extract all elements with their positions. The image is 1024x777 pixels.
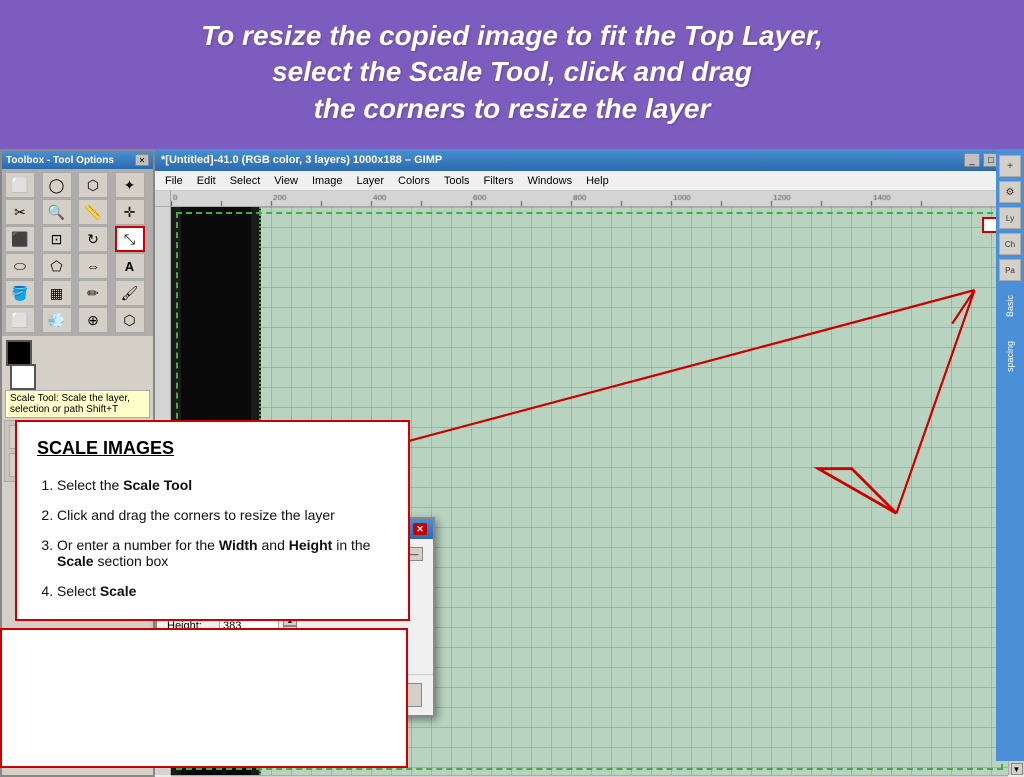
tool-flip[interactable]: ⇔ xyxy=(78,253,108,279)
tool-perspective[interactable]: ⬠ xyxy=(42,253,72,279)
instruction-panel: SCALE IMAGES Select the Scale Tool Click… xyxy=(15,420,410,621)
menu-filters[interactable]: Filters xyxy=(478,174,520,188)
instruction-item-4: Select Scale xyxy=(57,583,388,599)
side-label-spacing: spacing xyxy=(1005,341,1015,372)
inst-3-text: Or enter a number for the Width and Heig… xyxy=(57,537,370,569)
menu-windows[interactable]: Windows xyxy=(521,174,578,188)
tool-text[interactable]: A xyxy=(115,253,145,279)
toolbox-color-swatches xyxy=(2,336,153,388)
side-label-basic: Basic xyxy=(1005,295,1015,317)
tool-crop[interactable]: ⊡ xyxy=(42,226,72,252)
tool-measure[interactable]: 📏 xyxy=(78,199,108,225)
tool-rotate[interactable]: ↻ xyxy=(78,226,108,252)
side-tool-paths[interactable]: Pa xyxy=(999,259,1021,281)
tool-free-select[interactable]: ⬡ xyxy=(78,172,108,198)
inst-4-text: Select Scale xyxy=(57,583,136,599)
gimp-window-title: *[Untitled]-41.0 (RGB color, 3 layers) 1… xyxy=(161,154,442,166)
tool-tooltip: Scale Tool: Scale the layer, selection o… xyxy=(5,390,150,418)
instruction-item-1: Select the Scale Tool xyxy=(57,477,388,493)
toolbox-tools-grid: ⬜ ◯ ⬡ ✦ ✂ 🔍 📏 ✛ ⬛ ⊡ ↻ ⤡ ⬭ ⬠ ⇔ A 🪣 ▦ ✏ 🖌 xyxy=(2,169,153,336)
tool-blend[interactable]: ▦ xyxy=(42,280,72,306)
menu-select[interactable]: Select xyxy=(224,174,267,188)
foreground-color-swatch[interactable] xyxy=(6,340,32,366)
inst-2-text: Click and drag the corners to resize the… xyxy=(57,507,335,523)
side-tool-2[interactable]: ⚙ xyxy=(999,181,1021,203)
instruction-title: SCALE IMAGES xyxy=(37,438,388,459)
side-tool-channels[interactable]: Ch xyxy=(999,233,1021,255)
toolbox-titlebar[interactable]: Toolbox - Tool Options ✕ xyxy=(2,151,153,169)
ruler-corner xyxy=(155,191,171,207)
tool-bucket-fill[interactable]: 🪣 xyxy=(5,280,35,306)
tool-ellipse-select[interactable]: ◯ xyxy=(42,172,72,198)
menu-layer[interactable]: Layer xyxy=(351,174,391,188)
tool-clone[interactable]: ⊕ xyxy=(78,307,108,333)
menu-colors[interactable]: Colors xyxy=(392,174,436,188)
tool-scale[interactable]: ⤡ xyxy=(115,226,145,252)
tool-eraser[interactable]: ⬜ xyxy=(5,307,35,333)
tool-heal[interactable]: ⬡ xyxy=(115,307,145,333)
tool-pencil[interactable]: ✏ xyxy=(78,280,108,306)
right-tools-strip: + ⚙ Ly Ch Pa Basic spacing xyxy=(996,149,1024,761)
background-color-swatch[interactable] xyxy=(10,364,36,390)
scroll-down-button[interactable]: ▼ xyxy=(1011,763,1023,775)
menu-image[interactable]: Image xyxy=(306,174,349,188)
menu-file[interactable]: File xyxy=(159,174,189,188)
instruction-item-3: Or enter a number for the Width and Heig… xyxy=(57,537,388,569)
gimp-menubar: File Edit Select View Image Layer Colors… xyxy=(155,171,1024,191)
tool-align[interactable]: ⬛ xyxy=(5,226,35,252)
gimp-minimize-button[interactable]: _ xyxy=(964,153,980,167)
tool-fuzzy-select[interactable]: ✦ xyxy=(115,172,145,198)
scale-dialog-close-button[interactable]: ✕ xyxy=(413,523,427,535)
toolbox-close-button[interactable]: ✕ xyxy=(135,154,149,166)
menu-edit[interactable]: Edit xyxy=(191,174,222,188)
instruction-list: Select the Scale Tool Click and drag the… xyxy=(37,477,388,599)
inst-1-text: Select the Scale Tool xyxy=(57,477,192,493)
tool-scissors[interactable]: ✂ xyxy=(5,199,35,225)
gimp-titlebar: *[Untitled]-41.0 (RGB color, 3 layers) 1… xyxy=(155,149,1024,171)
header-title: To resize the copied image to fit the To… xyxy=(30,18,994,127)
header-banner: To resize the copied image to fit the To… xyxy=(0,0,1024,149)
tool-move[interactable]: ✛ xyxy=(115,199,145,225)
menu-tools[interactable]: Tools xyxy=(438,174,476,188)
tool-paintbrush[interactable]: 🖌 xyxy=(115,280,145,306)
menu-view[interactable]: View xyxy=(268,174,304,188)
ruler-horizontal xyxy=(171,191,1024,207)
tool-zoom[interactable]: 🔍 xyxy=(42,199,72,225)
tool-rect-select[interactable]: ⬜ xyxy=(5,172,35,198)
ruler-row xyxy=(155,191,1024,207)
instruction-box xyxy=(0,628,408,768)
side-tool-1[interactable]: + xyxy=(999,155,1021,177)
instruction-item-2: Click and drag the corners to resize the… xyxy=(57,507,388,523)
tool-shear[interactable]: ⬭ xyxy=(5,253,35,279)
toolbox-title: Toolbox - Tool Options xyxy=(6,155,114,166)
side-tool-layers[interactable]: Ly xyxy=(999,207,1021,229)
tool-airbrush[interactable]: 💨 xyxy=(42,307,72,333)
menu-help[interactable]: Help xyxy=(580,174,615,188)
